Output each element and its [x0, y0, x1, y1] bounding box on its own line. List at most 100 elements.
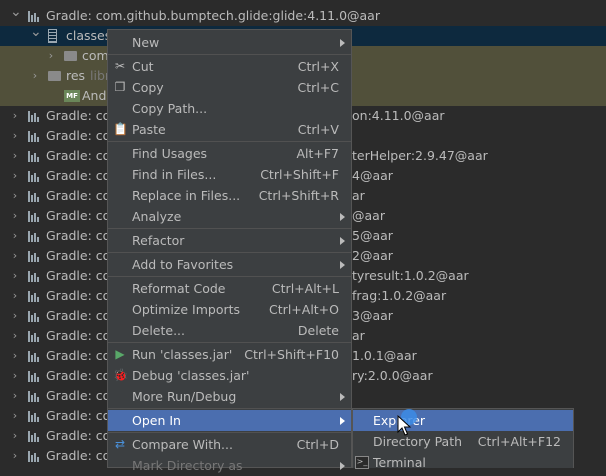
menu-item-label: Add to Favorites [132, 257, 234, 272]
collapsed-chevron-icon[interactable]: › [10, 166, 20, 186]
collapsed-chevron-icon[interactable]: › [10, 366, 20, 386]
menu-item-compare-with[interactable]: ⇄ Compare With... Ctrl+D [108, 434, 351, 455]
menu-separator [108, 54, 351, 55]
collapsed-chevron-icon[interactable]: › [10, 286, 20, 306]
collapsed-chevron-icon[interactable]: › [10, 426, 20, 446]
menu-item-new[interactable]: New [108, 32, 351, 53]
menu-item-shortcut: Ctrl+X [297, 59, 339, 74]
library-icon [28, 271, 40, 282]
collapsed-chevron-icon[interactable]: › [10, 306, 20, 326]
collapsed-chevron-icon[interactable]: › [10, 346, 20, 366]
collapsed-chevron-icon[interactable]: › [10, 126, 20, 146]
menu-item-debug-classes-jar[interactable]: 🐞 Debug 'classes.jar' [108, 365, 351, 386]
menu-item-reformat-code[interactable]: Reformat Code Ctrl+Alt+L [108, 278, 351, 299]
collapsed-chevron-icon[interactable]: › [10, 246, 20, 266]
menu-item-more-run-debug[interactable]: More Run/Debug [108, 386, 351, 407]
tree-row-suffix: tyresult:1.0.2@aar [352, 268, 469, 283]
tree-row-label: Gradle: co [46, 188, 111, 203]
collapsed-chevron-icon[interactable]: › [10, 386, 20, 406]
tree-row-label: res [66, 68, 86, 83]
menu-item-label: Copy [132, 80, 164, 95]
menu-item-shortcut: Ctrl+V [297, 122, 339, 137]
collapsed-chevron-icon[interactable]: › [10, 206, 20, 226]
menu-item-shortcut: Ctrl+Shift+R [258, 188, 339, 203]
menu-item-shortcut: Alt+F7 [296, 146, 339, 161]
copy-icon: ❐ [114, 80, 126, 94]
tree-row-suffix: on:4.11.0@aar [352, 108, 445, 123]
tree-row-label: Gradle: co [46, 428, 111, 443]
menu-item-mark-directory-as[interactable]: Mark Directory as [108, 455, 351, 476]
menu-item-replace-in-files[interactable]: Replace in Files... Ctrl+Shift+R [108, 185, 351, 206]
menu-item-shortcut: Delete [297, 323, 339, 338]
collapsed-chevron-icon[interactable]: › [10, 446, 20, 466]
submenu-item-label: Terminal [373, 455, 426, 470]
menu-item-run-classes-jar[interactable]: ▶ Run 'classes.jar' Ctrl+Shift+F10 [108, 344, 351, 365]
library-icon [28, 11, 40, 22]
collapsed-chevron-icon[interactable]: › [46, 46, 56, 66]
tree-row-label: Gradle: co [46, 228, 111, 243]
collapsed-chevron-icon[interactable]: › [10, 226, 20, 246]
expanded-chevron-icon[interactable]: ⌄ [10, 2, 22, 22]
collapsed-chevron-icon[interactable]: › [10, 106, 20, 126]
menu-item-find-in-files[interactable]: Find in Files... Ctrl+Shift+F [108, 164, 351, 185]
menu-item-refactor[interactable]: Refactor [108, 230, 351, 251]
collapsed-chevron-icon[interactable]: › [10, 186, 20, 206]
menu-item-shortcut: Ctrl+Alt+O [269, 302, 339, 317]
tree-row-label: Gradle: co [46, 128, 111, 143]
menu-item-label: Compare With... [132, 437, 233, 452]
collapsed-chevron-icon[interactable]: › [10, 266, 20, 286]
menu-item-shortcut: Ctrl+D [296, 437, 339, 452]
tree-row-suffix: ar [352, 328, 365, 343]
menu-item-copy[interactable]: ❐ Copy Ctrl+C [108, 77, 351, 98]
menu-item-label: Open In [132, 413, 181, 428]
menu-item-copy-path[interactable]: Copy Path... [108, 98, 351, 119]
menu-item-shortcut: Ctrl+C [297, 80, 339, 95]
menu-item-analyze[interactable]: Analyze [108, 206, 351, 227]
tree-row-label: Gradle: co [46, 248, 111, 263]
menu-separator [108, 228, 351, 229]
folder-icon [48, 71, 61, 81]
menu-item-optimize-imports[interactable]: Optimize Imports Ctrl+Alt+O [108, 299, 351, 320]
collapsed-chevron-icon[interactable]: › [10, 146, 20, 166]
submenu-item-label: Directory Path [373, 434, 463, 449]
menu-item-open-in[interactable]: Open In [108, 410, 351, 431]
tree-row-label: Gradle: co [46, 288, 111, 303]
menu-item-cut[interactable]: ✂ Cut Ctrl+X [108, 56, 351, 77]
library-icon [28, 391, 40, 402]
collapsed-chevron-icon[interactable]: › [10, 406, 20, 426]
collapsed-chevron-icon[interactable]: › [10, 326, 20, 346]
tree-row-label: Gradle: co [46, 328, 111, 343]
expanded-chevron-icon[interactable]: ⌄ [30, 22, 42, 42]
tree-row-suffix: ry:2.0.0@aar [352, 368, 433, 383]
menu-item-label: Copy Path... [132, 101, 208, 116]
submenu-arrow-icon [340, 39, 345, 47]
tree-row-label: Gradle: com.github.bumptech.glide:glide:… [46, 8, 380, 23]
submenu-item-terminal[interactable]: >_ Terminal [353, 452, 573, 473]
menu-item-label: Paste [132, 122, 166, 137]
menu-item-label: Optimize Imports [132, 302, 241, 317]
menu-item-delete[interactable]: Delete... Delete [108, 320, 351, 341]
tree-row-suffix: 3@aar [352, 308, 393, 323]
tree-row-label: Gradle: co [46, 448, 111, 463]
tree-row-suffix: 2@aar [352, 248, 393, 263]
terminal-icon: >_ [355, 456, 369, 469]
submenu-arrow-icon [340, 393, 345, 401]
menu-item-add-to-favorites[interactable]: Add to Favorites [108, 254, 351, 275]
menu-separator [108, 141, 351, 142]
menu-item-paste[interactable]: 📋 Paste Ctrl+V [108, 119, 351, 140]
tree-row-label: Gradle: co [46, 348, 111, 363]
tree-row-suffix: 5@aar [352, 228, 393, 243]
open-in-submenu: Explorer Directory Path Ctrl+Alt+F12 >_ Term… [352, 408, 574, 470]
menu-item-find-usages[interactable]: Find Usages Alt+F7 [108, 143, 351, 164]
menu-item-label: Debug 'classes.jar' [132, 368, 250, 383]
tree-row[interactable]: ⌄ Gradle: com.github.bumptech.glide:glide… [0, 4, 606, 26]
submenu-item-directory-path[interactable]: Directory Path Ctrl+Alt+F12 [353, 431, 573, 452]
collapsed-chevron-icon[interactable]: › [30, 66, 40, 86]
library-icon [28, 151, 40, 162]
menu-separator [108, 276, 351, 277]
jar-icon [48, 29, 57, 43]
submenu-arrow-icon [340, 213, 345, 221]
menu-item-label: Delete... [132, 323, 185, 338]
submenu-item-explorer[interactable]: Explorer [353, 410, 573, 431]
menu-item-label: Cut [132, 59, 154, 74]
